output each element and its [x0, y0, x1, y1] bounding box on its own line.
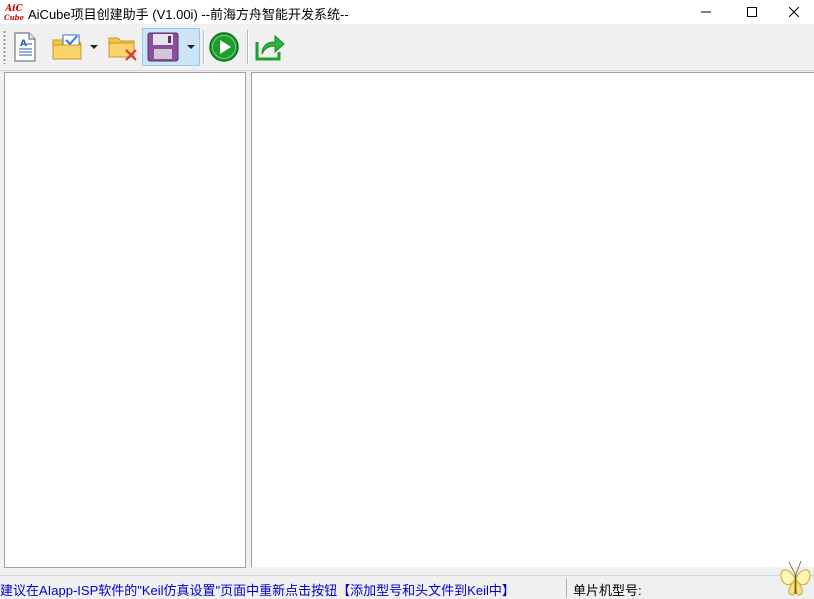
document-icon: A: [14, 32, 36, 62]
share-arrow-icon: [255, 34, 285, 61]
maximize-icon: [747, 7, 757, 17]
save-project-button[interactable]: [142, 28, 200, 66]
chevron-down-icon[interactable]: [89, 42, 99, 52]
mcu-model-label: 单片机型号:: [573, 583, 642, 598]
window-title: AiCube项目创建助手 (V1.00i) --前海方舟智能开发系统--: [28, 7, 349, 22]
app-logo-icon: AiC Cube: [4, 4, 24, 22]
close-button[interactable]: [774, 0, 814, 24]
toolbar-separator: [247, 30, 249, 64]
project-tree-pane[interactable]: [4, 72, 246, 568]
close-project-button[interactable]: [106, 28, 140, 66]
folder-check-icon: [52, 34, 82, 60]
status-hint-text: 建议在AIapp-ISP软件的"Keil仿真设置"页面中重新点击按钮【添加型号和…: [0, 583, 515, 598]
logo-text-bottom: Cube: [4, 13, 24, 22]
folder-delete-icon: [108, 37, 137, 61]
play-icon: [209, 32, 239, 62]
new-doc-letter: A: [20, 39, 27, 49]
title-bar: AiC Cube AiCube项目创建助手 (V1.00i) --前海方舟智能开…: [0, 0, 814, 24]
status-divider: [566, 578, 567, 598]
minimize-icon: [701, 11, 711, 13]
floppy-disk-icon: [147, 32, 179, 62]
run-button[interactable]: [207, 28, 241, 66]
toolbar: A: [0, 24, 814, 71]
toolbar-grip[interactable]: [3, 30, 6, 64]
status-bar: 建议在AIapp-ISP软件的"Keil仿真设置"页面中重新点击按钮【添加型号和…: [0, 575, 814, 598]
maximize-button[interactable]: [729, 0, 775, 24]
open-project-button[interactable]: [49, 28, 101, 66]
close-icon: [789, 7, 799, 17]
new-project-button[interactable]: A: [9, 28, 41, 66]
content-pane[interactable]: [251, 72, 814, 567]
toolbar-separator: [203, 30, 205, 64]
export-button[interactable]: [252, 28, 288, 66]
butterfly-mascot-icon: [780, 560, 811, 596]
pane-splitter[interactable]: [246, 72, 250, 568]
minimize-button[interactable]: [683, 0, 729, 24]
chevron-down-icon[interactable]: [186, 42, 196, 52]
